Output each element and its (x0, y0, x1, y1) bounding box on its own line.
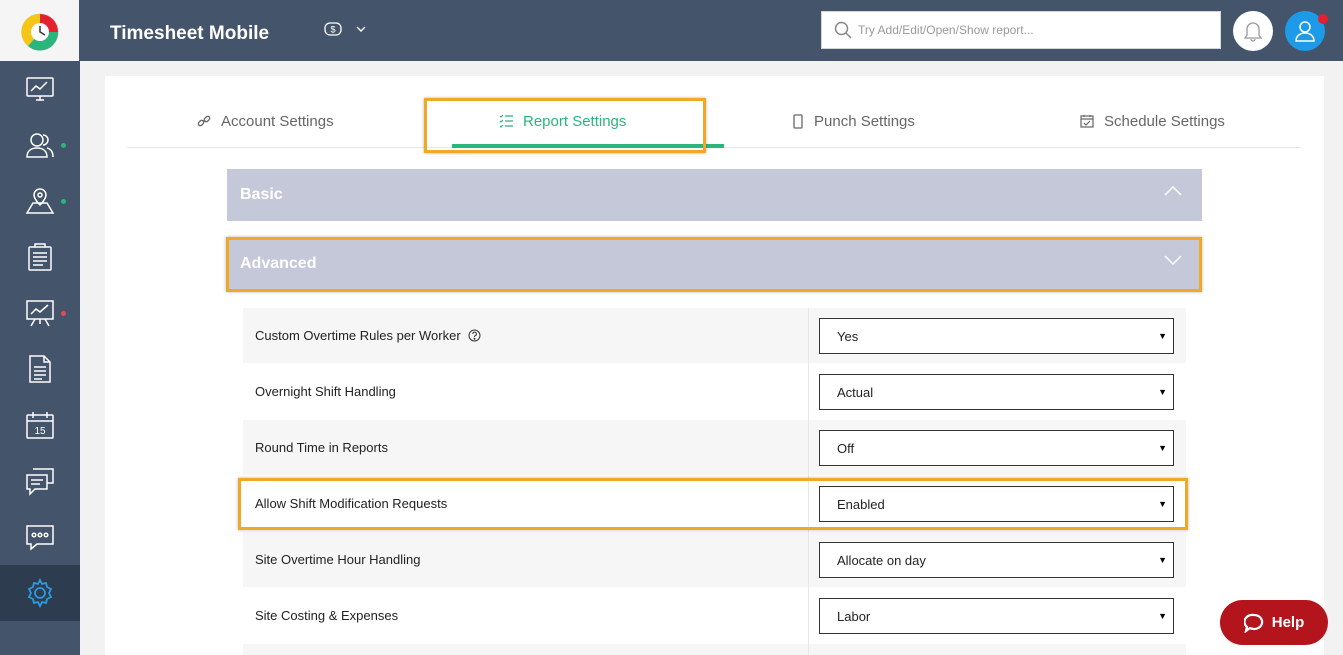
setting-row: Custom Overtime Rules per Worker Yes ▼ (243, 308, 1186, 364)
notification-dot (1318, 14, 1328, 24)
round-time-select[interactable]: Off ▼ (819, 430, 1174, 466)
caret-down-icon: ▼ (1158, 611, 1167, 621)
setting-row: Site Overtime Hour Handling Allocate on … (243, 532, 1186, 588)
phone-icon (793, 113, 803, 129)
setting-row: Round Time in Reports Off ▼ (243, 420, 1186, 476)
setting-row: Overnight Shift Handling Actual ▼ (243, 364, 1186, 420)
row-divider (808, 588, 809, 644)
sidebar-item-sites[interactable] (0, 173, 80, 229)
site-overtime-select[interactable]: Allocate on day ▼ (819, 542, 1174, 578)
gear-icon (27, 578, 53, 608)
sidebar-item-schedule[interactable]: 15 (0, 397, 80, 453)
sidebar-item-timesheets[interactable] (0, 229, 80, 285)
sidebar-item-documents[interactable] (0, 341, 80, 397)
monitor-chart-icon (26, 77, 54, 101)
sidebar-item-messages[interactable] (0, 453, 80, 509)
clipboard-icon (28, 243, 52, 271)
help-label: Help (1271, 614, 1305, 631)
notifications-button[interactable] (1233, 11, 1273, 51)
app-logo[interactable] (0, 0, 80, 61)
map-pin-icon (25, 188, 55, 214)
sidebar: 15 (0, 0, 80, 655)
select-value: Yes (837, 328, 859, 344)
row-divider (808, 532, 809, 588)
setting-label-text: Custom Overtime Rules per Worker (255, 328, 461, 343)
user-avatar-button[interactable] (1285, 11, 1328, 51)
link-icon (197, 115, 211, 127)
select-value: Labor (837, 608, 871, 624)
highlight-report-settings-tab (424, 98, 706, 153)
row-divider (808, 644, 809, 655)
setting-label-text: Overnight Shift Handling (255, 384, 396, 399)
caret-down-icon: ▼ (1158, 443, 1167, 453)
settings-tabs: Account Settings Report Settings Punch S… (127, 76, 1301, 148)
setting-label: Custom Overtime Rules per Worker (255, 328, 481, 343)
setting-label-text: Round Time in Reports (255, 440, 388, 455)
select-value: Off (837, 440, 855, 456)
sms-bubble-icon (26, 525, 54, 551)
sidebar-item-sms[interactable] (0, 509, 80, 565)
chevron-down-icon (356, 26, 366, 32)
caret-down-icon: ▼ (1158, 555, 1167, 565)
setting-label-text: Site Overtime Hour Handling (255, 552, 421, 567)
setting-label: Site Overtime Hour Handling (255, 552, 420, 567)
search-icon (834, 21, 852, 39)
logo-icon (20, 13, 58, 51)
row-divider (808, 308, 809, 364)
tab-label: Schedule Settings (1104, 112, 1225, 130)
tab-label: Punch Settings (814, 112, 915, 130)
tab-punch-settings[interactable]: Punch Settings (792, 106, 915, 136)
section-basic[interactable]: Basic (227, 169, 1202, 221)
setting-label: Round Time in Reports (255, 440, 388, 455)
bell-icon (1243, 22, 1263, 42)
site-costing-select[interactable]: Labor ▼ (819, 598, 1174, 634)
setting-label: Overnight Shift Handling (255, 384, 396, 399)
currency-selector[interactable]: $ (324, 22, 366, 36)
setting-row: Site Costing & Expenses Labor ▼ (243, 588, 1186, 644)
highlight-advanced-section (226, 237, 1202, 292)
chat-icon (26, 468, 54, 496)
app-title: Timesheet Mobile (110, 23, 270, 44)
search-box[interactable] (821, 11, 1221, 49)
caret-down-icon: ▼ (1158, 331, 1167, 341)
calendar-icon (1080, 115, 1094, 128)
setting-label-text: Site Costing & Expenses (255, 608, 399, 623)
select-value: Actual (837, 384, 874, 400)
calendar-icon: 15 (26, 412, 54, 439)
overnight-shift-select[interactable]: Actual ▼ (819, 374, 1174, 410)
help-button[interactable]: Help (1220, 600, 1328, 645)
calendar-day: 15 (34, 426, 46, 437)
row-divider (808, 420, 809, 476)
caret-down-icon: ▼ (1158, 387, 1167, 397)
users-icon (26, 133, 54, 158)
section-title: Basic (240, 186, 283, 203)
reports-status-dot (61, 311, 66, 316)
user-icon (1295, 21, 1315, 42)
sidebar-item-reports[interactable] (0, 285, 80, 341)
currency-icon: $ (324, 22, 342, 36)
tab-account-settings[interactable]: Account Settings (197, 106, 334, 136)
tab-label: Account Settings (221, 112, 334, 130)
svg-text:$: $ (330, 25, 335, 35)
help-circle-icon[interactable] (468, 329, 481, 342)
highlight-shift-modification-row (238, 478, 1188, 530)
chevron-up-icon (1164, 186, 1182, 196)
setting-row-partial (243, 644, 1186, 655)
sidebar-item-dashboard[interactable] (0, 61, 80, 117)
sites-status-dot (61, 199, 66, 204)
sidebar-item-settings[interactable] (0, 565, 80, 621)
presentation-chart-icon (26, 300, 54, 327)
search-input[interactable] (858, 23, 1198, 37)
setting-label: Site Costing & Expenses (255, 608, 398, 623)
workers-status-dot (61, 143, 66, 148)
row-divider (808, 364, 809, 420)
chat-bubble-icon (1243, 613, 1263, 633)
sidebar-item-workers[interactable] (0, 117, 80, 173)
document-icon (29, 355, 51, 383)
tab-schedule-settings[interactable]: Schedule Settings (1080, 106, 1225, 136)
select-value: Allocate on day (837, 552, 926, 568)
top-bar: Timesheet Mobile $ (80, 0, 1343, 61)
custom-overtime-select[interactable]: Yes ▼ (819, 318, 1174, 354)
